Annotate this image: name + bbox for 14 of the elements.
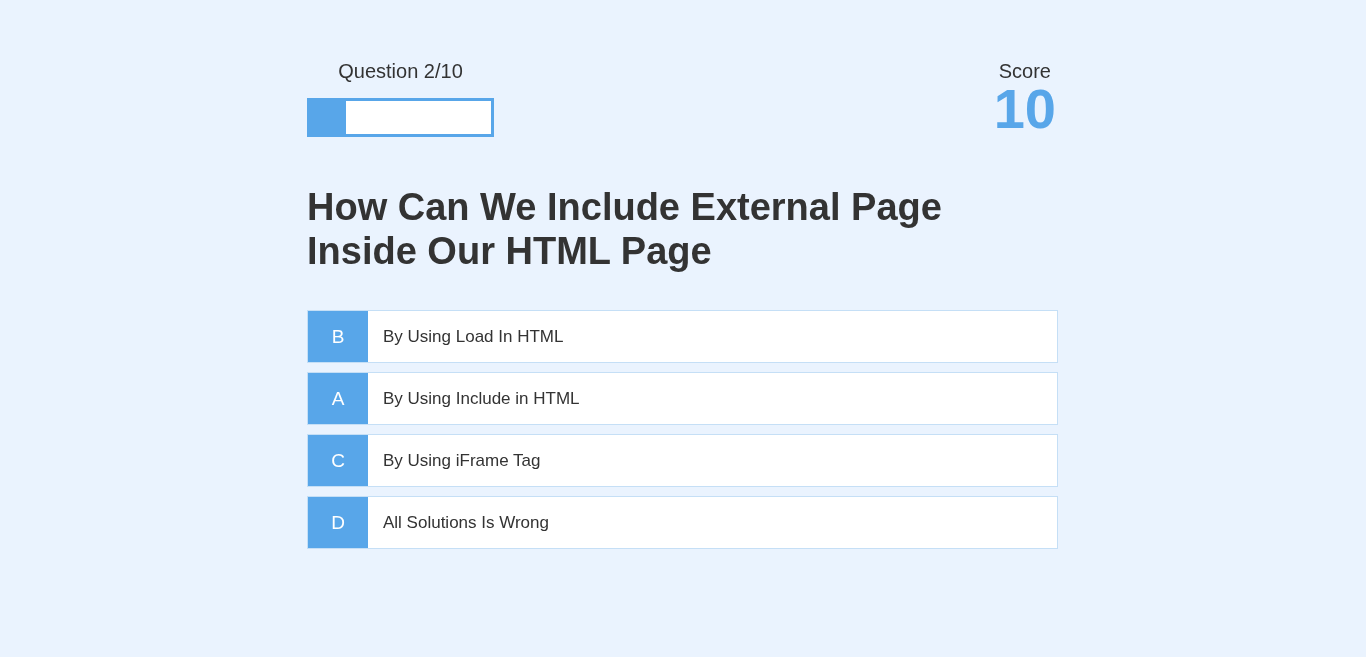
answer-option[interactable]: D All Solutions Is Wrong xyxy=(307,496,1058,549)
answer-letter: B xyxy=(308,311,368,362)
answer-text: All Solutions Is Wrong xyxy=(382,511,549,534)
answer-letter: A xyxy=(308,373,368,424)
answer-text: By Using iFrame Tag xyxy=(382,449,541,472)
answer-letter: D xyxy=(308,497,368,548)
answer-letter: C xyxy=(308,435,368,486)
question-counter: Question 2/10 xyxy=(338,59,463,83)
answer-option[interactable]: C By Using iFrame Tag xyxy=(307,434,1058,487)
answer-option[interactable]: A By Using Include in HTML xyxy=(307,372,1058,425)
answer-text: By Using Load In HTML xyxy=(382,325,564,348)
answer-text: By Using Include in HTML xyxy=(382,387,580,410)
question-text: How Can We Include External Page Inside Our HTML Page xyxy=(307,185,943,273)
answer-option[interactable]: B By Using Load In HTML xyxy=(307,310,1058,363)
